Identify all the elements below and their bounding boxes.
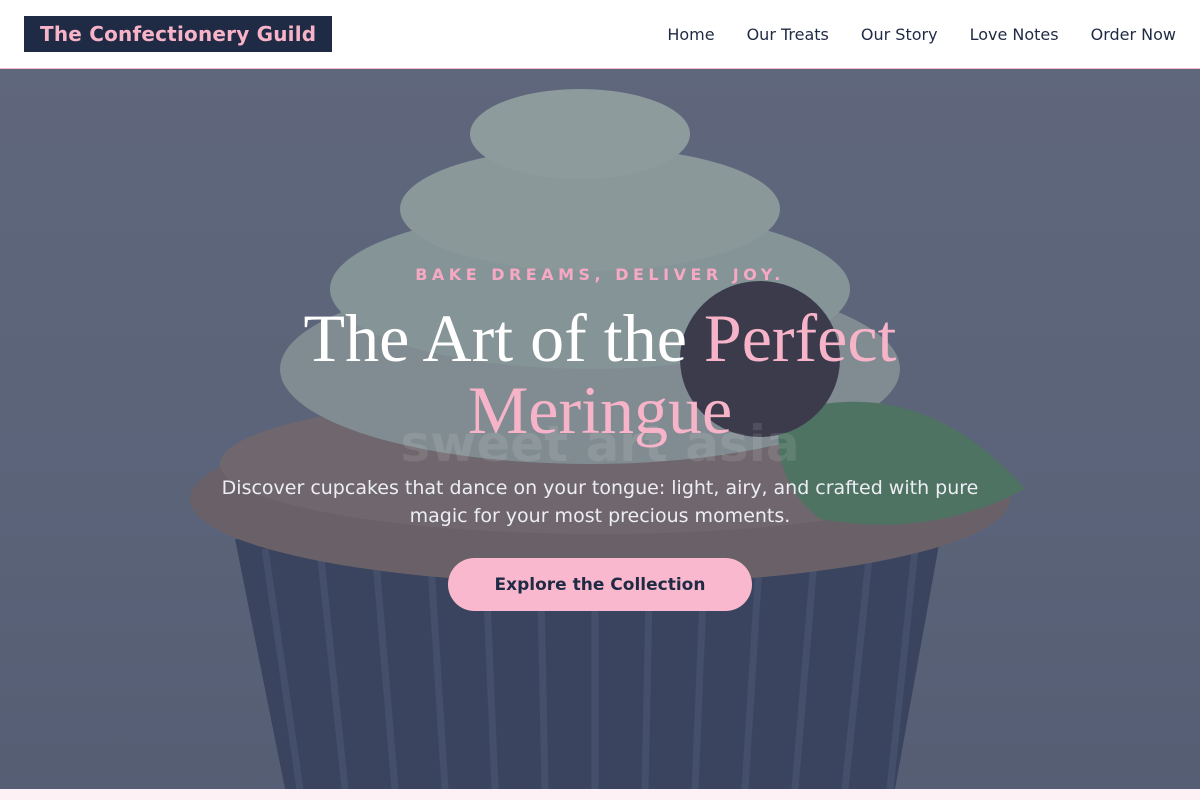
hero-content: BAKE DREAMS, DELIVER JOY. The Art of the… <box>0 69 1200 789</box>
hero-headline: The Art of the Perfect Meringue <box>220 302 980 446</box>
nav-our-story[interactable]: Our Story <box>861 25 938 44</box>
brand-logo[interactable]: The Confectionery Guild <box>24 16 333 52</box>
headline-plain: The Art of the <box>303 300 704 376</box>
hero-subtitle: Discover cupcakes that dance on your ton… <box>221 477 979 527</box>
site-header: The Confectionery Guild Home Our Treats … <box>0 0 1200 69</box>
explore-collection-button[interactable]: Explore the Collection <box>448 558 752 611</box>
hero-section: sweet art asia BAKE DREAMS, DELIVER JOY.… <box>0 69 1200 789</box>
nav-home[interactable]: Home <box>667 25 714 44</box>
nav-love-notes[interactable]: Love Notes <box>970 25 1059 44</box>
next-section-edge <box>0 789 1200 800</box>
nav-our-treats[interactable]: Our Treats <box>747 25 829 44</box>
nav-order-now[interactable]: Order Now <box>1091 25 1176 44</box>
main-nav: Home Our Treats Our Story Love Notes Ord… <box>667 25 1176 44</box>
hero-tagline: BAKE DREAMS, DELIVER JOY. <box>415 265 785 284</box>
